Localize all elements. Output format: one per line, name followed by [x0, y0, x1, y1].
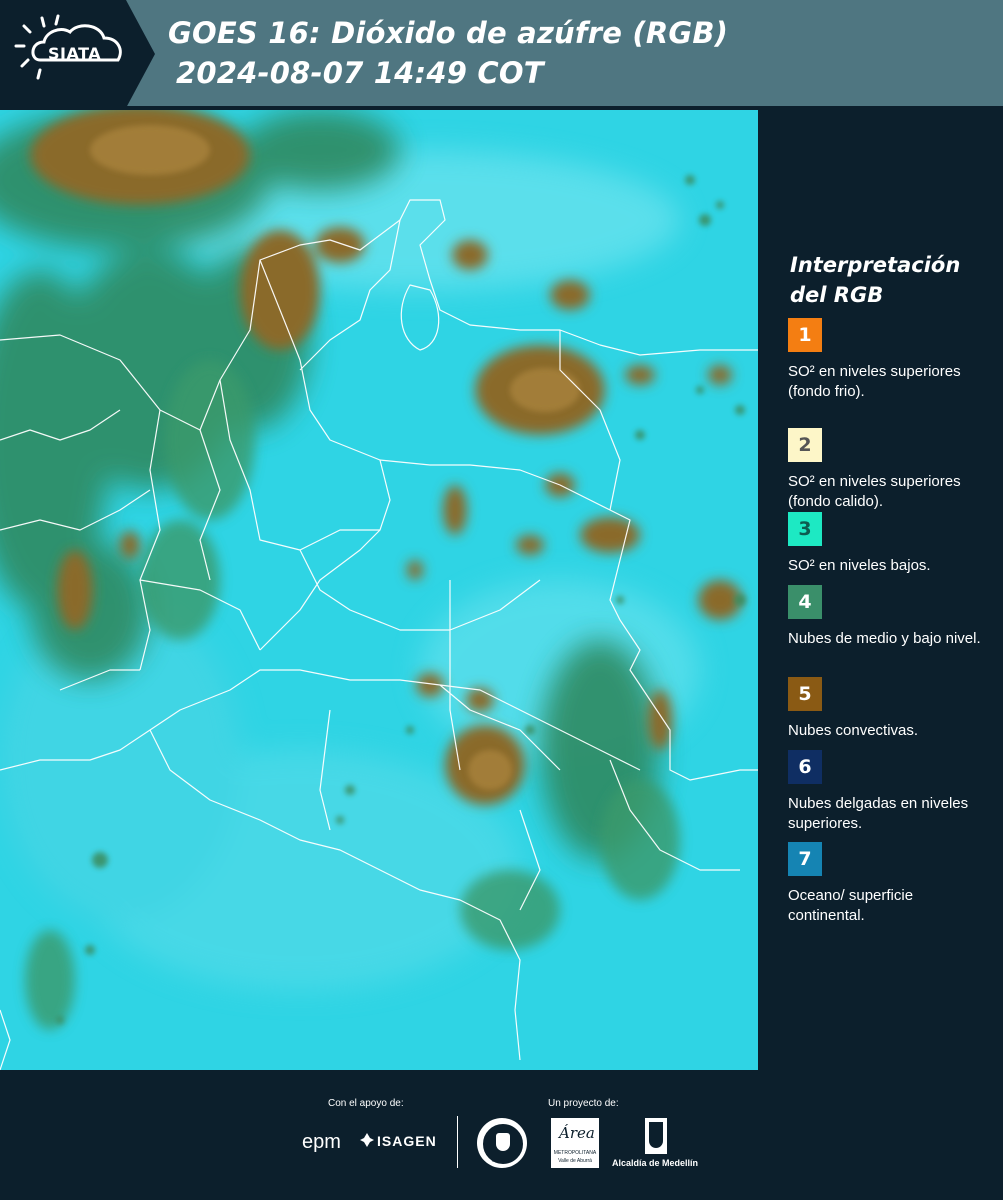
legend-title-line1: Interpretación — [790, 253, 961, 277]
epm-logo[interactable]: epm — [302, 1131, 341, 1154]
legend-item: 1 SO² en niveles superiores (fondo frio). — [788, 318, 993, 402]
legend-label: Nubes delgadas en niveles superiores. — [788, 795, 969, 832]
legend-swatch: 2 — [788, 428, 822, 462]
isagen-icon — [360, 1133, 374, 1147]
area-metropolitana-logo[interactable]: Área METROPOLITANA Valle de Aburrá — [551, 1118, 599, 1168]
seal-text: MEDELLÍN — [491, 1158, 512, 1163]
area-logo-sub: METROPOLITANA — [553, 1150, 597, 1156]
support-caption: Con el apoyo de: — [328, 1098, 404, 1109]
alcaldia-shield-icon — [645, 1118, 667, 1154]
legend-swatch: 6 — [788, 750, 822, 784]
legend-item: 7 Oceano/ superficie continental. — [788, 842, 993, 926]
legend-title-line2: del RGB — [790, 283, 884, 307]
header: SIATA GOES 16: Dióxido de azúfre (RGB) 2… — [0, 0, 1003, 110]
legend-item: 5 Nubes convectivas. — [788, 677, 993, 741]
siata-logo-text: SIATA — [48, 44, 102, 63]
medellin-seal[interactable]: MEDELLÍN — [477, 1118, 527, 1168]
project-caption: Un proyecto de: — [548, 1098, 619, 1109]
legend-swatch: 7 — [788, 842, 822, 876]
legend-item: 4 Nubes de medio y bajo nivel. — [788, 585, 993, 649]
legend-label: SO² en niveles superiores (fondo calido)… — [788, 473, 961, 510]
satellite-image — [0, 110, 758, 1070]
legend-title: Interpretación del RGB — [790, 250, 990, 310]
legend-swatch: 3 — [788, 512, 822, 546]
legend-item: 6 Nubes delgadas en niveles superiores. — [788, 750, 993, 834]
legend-item: 3 SO² en niveles bajos. — [788, 512, 993, 576]
legend-label: Nubes convectivas. — [788, 722, 919, 739]
footer-divider — [457, 1116, 458, 1168]
legend-label: SO² en niveles superiores (fondo frio). — [788, 363, 961, 400]
alcaldia-logo[interactable]: Alcaldía de Medellín — [612, 1158, 698, 1168]
legend-label: Nubes de medio y bajo nivel. — [788, 630, 981, 647]
satellite-map[interactable] — [0, 110, 758, 1070]
legend-swatch: 4 — [788, 585, 822, 619]
legend-label: SO² en niveles bajos. — [788, 557, 931, 574]
area-logo-text: Área — [559, 1124, 595, 1142]
area-logo-sub2: Valle de Aburrá — [558, 1158, 592, 1164]
legend-item: 2 SO² en niveles superiores (fondo calido… — [788, 428, 993, 512]
legend-swatch: 5 — [788, 677, 822, 711]
footer: Con el apoyo de: Un proyecto de: epm ISA… — [0, 1070, 1003, 1200]
page-timestamp: 2024-08-07 14:49 COT — [176, 56, 544, 90]
legend-swatch: 1 — [788, 318, 822, 352]
page-title: GOES 16: Dióxido de azúfre (RGB) — [168, 16, 729, 50]
legend-label: Oceano/ superficie continental. — [788, 887, 914, 924]
legend-panel: Interpretación del RGB 1 SO² en niveles s… — [760, 110, 1003, 1070]
isagen-logo[interactable]: ISAGEN — [377, 1133, 437, 1149]
